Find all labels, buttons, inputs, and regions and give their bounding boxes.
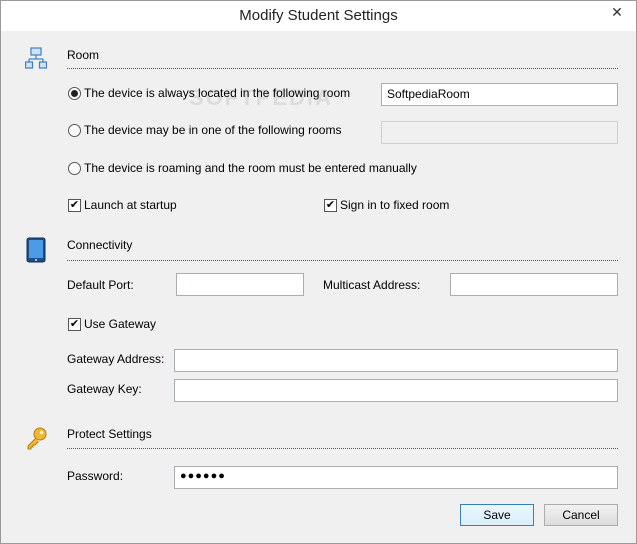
radio-roaming-label: The device is roaming and the room must … xyxy=(84,161,417,175)
radio-multiple-rooms[interactable]: The device may be in one of the followin… xyxy=(68,123,341,137)
radio-multiple-rooms-label: The device may be in one of the followin… xyxy=(84,123,342,137)
room-section-label: Room xyxy=(67,48,100,62)
password-label: Password: xyxy=(67,469,124,483)
close-icon: ✕ xyxy=(611,3,623,20)
launch-at-startup-checkbox[interactable]: ✔ Launch at startup xyxy=(68,198,177,212)
room-divider xyxy=(67,68,618,69)
checkmark-icon: ✔ xyxy=(69,317,80,330)
protect-section-label: Protect Settings xyxy=(67,427,152,441)
launch-at-startup-label: Launch at startup xyxy=(84,198,177,212)
title-bar: Modify Student Settings ✕ xyxy=(1,1,636,31)
radio-fixed-room-label: The device is always located in the foll… xyxy=(84,86,351,100)
protect-divider xyxy=(67,448,618,449)
gateway-address-input[interactable] xyxy=(174,349,618,372)
checkmark-icon: ✔ xyxy=(69,198,80,211)
multicast-address-input[interactable] xyxy=(450,273,618,296)
network-icon xyxy=(24,47,48,72)
radio-button[interactable] xyxy=(68,123,81,137)
room-input[interactable]: SoftpediaRoom xyxy=(381,83,618,106)
default-port-label: Default Port: xyxy=(67,278,134,292)
use-gateway-checkbox[interactable]: ✔ Use Gateway xyxy=(68,317,156,331)
radio-button[interactable] xyxy=(68,86,81,100)
checkbox[interactable]: ✔ xyxy=(68,317,81,331)
connectivity-divider xyxy=(67,260,618,261)
default-port-input[interactable] xyxy=(176,273,304,296)
password-input[interactable]: ●●●●●● xyxy=(174,466,618,489)
radio-selected-dot xyxy=(71,89,78,97)
radio-button[interactable] xyxy=(68,161,81,175)
radio-roaming[interactable]: The device is roaming and the room must … xyxy=(68,161,417,175)
rooms-list-input[interactable] xyxy=(381,121,618,144)
gateway-key-input[interactable] xyxy=(174,379,618,402)
tablet-icon xyxy=(26,237,46,266)
sign-in-fixed-room-label: Sign in to fixed room xyxy=(340,198,450,212)
window-title: Modify Student Settings xyxy=(239,7,398,24)
gateway-key-label: Gateway Key: xyxy=(67,382,142,396)
close-button[interactable]: ✕ xyxy=(599,1,635,23)
checkmark-icon: ✔ xyxy=(325,198,336,211)
multicast-address-label: Multicast Address: xyxy=(323,278,421,292)
save-button[interactable]: Save xyxy=(460,504,534,526)
use-gateway-label: Use Gateway xyxy=(84,317,157,331)
connectivity-section-label: Connectivity xyxy=(67,238,133,252)
cancel-button[interactable]: Cancel xyxy=(544,504,618,526)
dialog-window: Modify Student Settings ✕ SOFTPEDIA Room… xyxy=(0,0,637,544)
radio-fixed-room[interactable]: The device is always located in the foll… xyxy=(68,86,350,100)
checkbox[interactable]: ✔ xyxy=(68,198,81,212)
key-icon xyxy=(25,426,49,453)
checkbox[interactable]: ✔ xyxy=(324,198,337,212)
gateway-address-label: Gateway Address: xyxy=(67,352,165,366)
sign-in-fixed-room-checkbox[interactable]: ✔ Sign in to fixed room xyxy=(324,198,449,212)
